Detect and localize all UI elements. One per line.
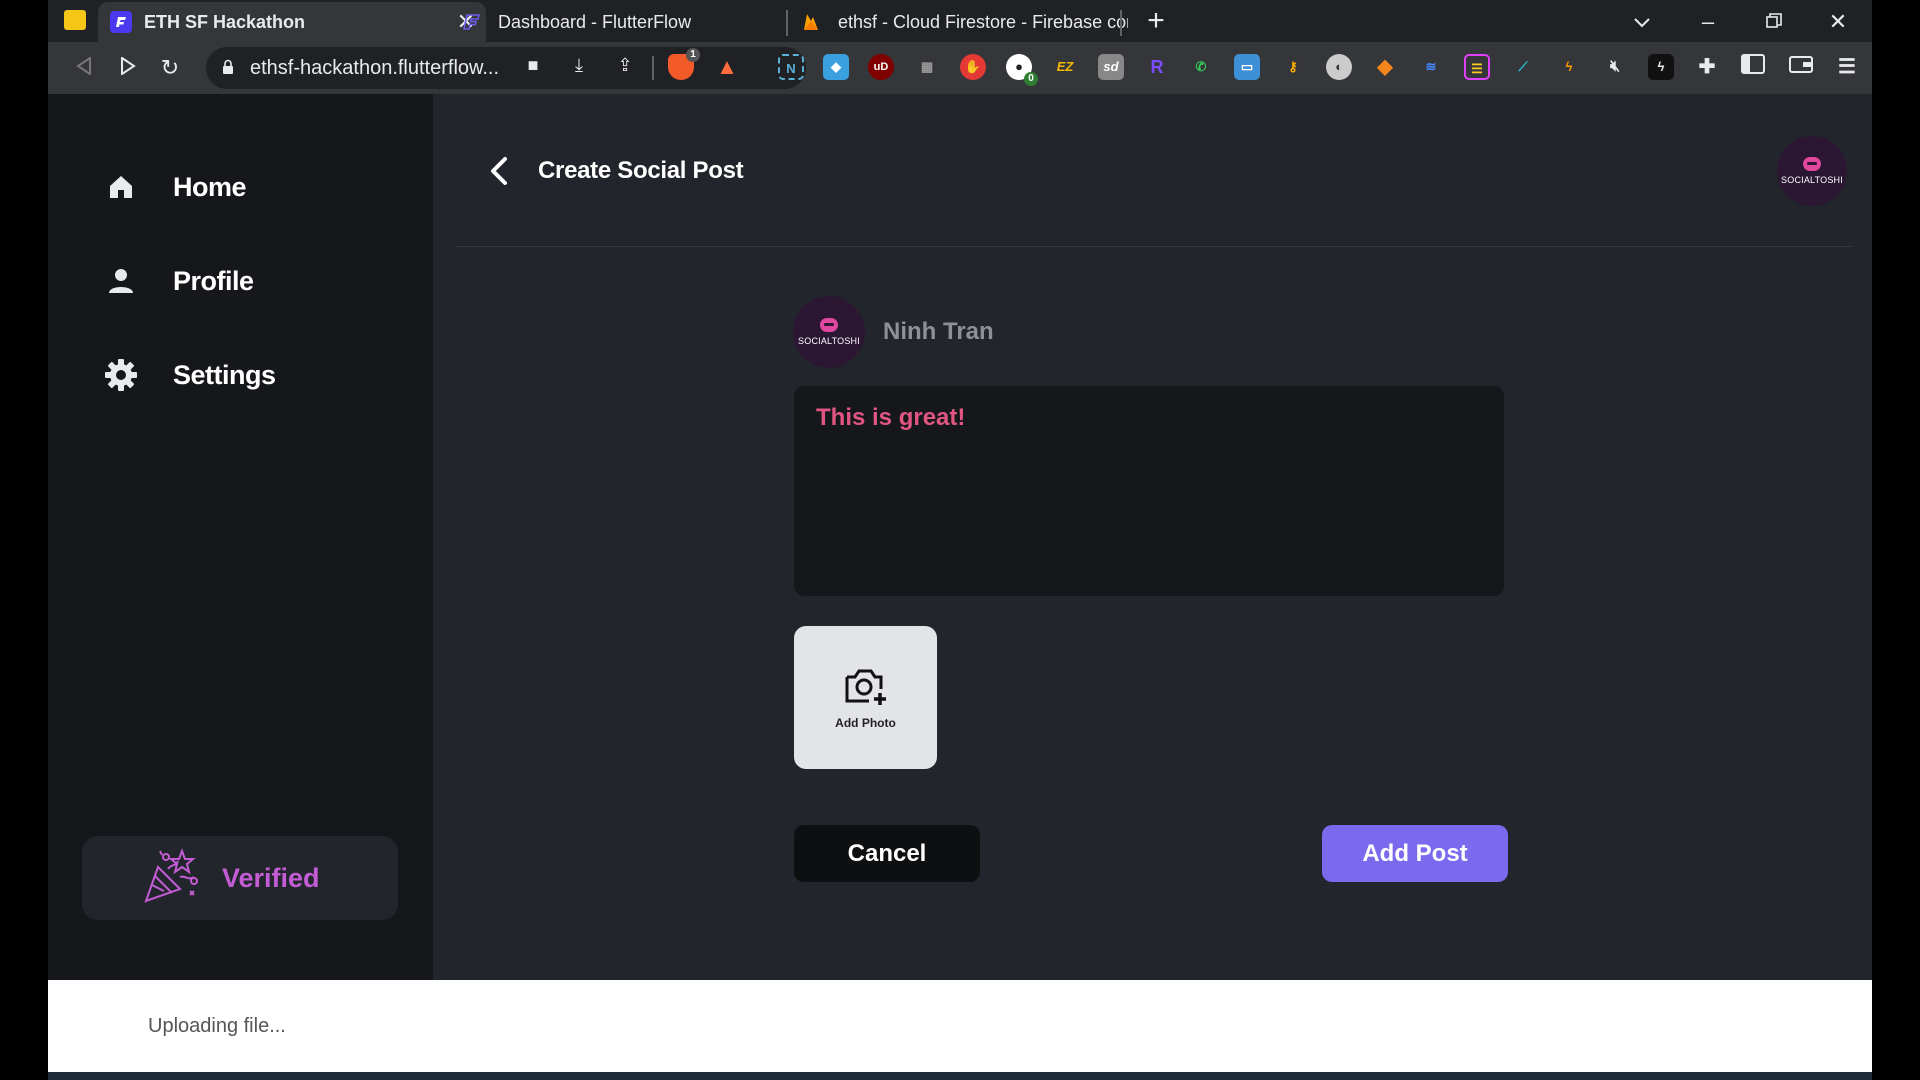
extension-sd-icon[interactable]: sd: [1098, 54, 1124, 80]
flutterflow-icon: [110, 11, 132, 33]
lock-icon: [222, 59, 234, 78]
back-arrow-icon[interactable]: [483, 154, 517, 188]
header-divider: [455, 246, 1853, 247]
extension-circle-icon[interactable]: ◐: [1326, 54, 1352, 80]
main-content: Create Social Post SOCIALTOSHI SOCIALTOS…: [433, 94, 1872, 980]
tab-dashboard-flutterflow[interactable]: Dashboard - FlutterFlow: [448, 2, 788, 42]
tab-title: Dashboard - FlutterFlow: [498, 11, 692, 32]
extension-n-icon[interactable]: N: [778, 54, 804, 80]
bottom-strip: [48, 1072, 1872, 1080]
extension-window-icon[interactable]: ▭: [1234, 54, 1260, 80]
forward-nav-icon[interactable]: [112, 52, 144, 84]
user-name: Ninh Tran: [883, 318, 994, 345]
screen: ETH SF Hackathon ✕ Dashboard - FlutterFl…: [0, 0, 1920, 1080]
upload-snackbar: Uploading file...: [48, 980, 1872, 1072]
brand-avatar[interactable]: SOCIALTOSHI: [1777, 136, 1847, 206]
tab-bar: ETH SF Hackathon ✕ Dashboard - FlutterFl…: [48, 0, 1872, 42]
download-icon[interactable]: ⤓: [566, 52, 592, 78]
extension-slash-icon[interactable]: ⟋: [1510, 54, 1536, 80]
tab-title: ETH SF Hackathon: [144, 11, 306, 32]
cancel-button[interactable]: Cancel: [794, 825, 980, 882]
tab-separator: [1120, 10, 1122, 36]
wallet-icon[interactable]: [1788, 54, 1814, 80]
extension-phone-icon[interactable]: ✆: [1188, 54, 1214, 80]
app-page: Home Profile Settings Verified Create So…: [48, 94, 1872, 980]
tab-title: ethsf - Cloud Firestore - Firebase cons: [838, 11, 1128, 32]
add-photo-button[interactable]: Add Photo: [794, 626, 937, 769]
metamask-icon[interactable]: ◆: [1372, 54, 1398, 80]
browser-window: ETH SF Hackathon ✕ Dashboard - FlutterFl…: [48, 0, 1872, 1080]
extension-stack-icon[interactable]: ≋: [1418, 54, 1444, 80]
minimize-icon[interactable]: –: [1688, 6, 1728, 38]
reload-icon[interactable]: ↻: [154, 52, 186, 84]
brave-rewards-icon[interactable]: ▲: [714, 54, 740, 80]
sidebar-item-home[interactable]: Home: [103, 162, 247, 212]
extension-green-circle-icon[interactable]: ● 0: [1006, 54, 1038, 86]
add-post-button[interactable]: Add Post: [1322, 825, 1508, 882]
socialtoshi-logo-icon: [820, 318, 838, 332]
verified-badge: Verified: [82, 836, 398, 920]
extension-blue-icon[interactable]: ◆: [823, 54, 849, 80]
verified-label: Verified: [222, 862, 320, 893]
camera-icon[interactable]: ■: [520, 52, 546, 78]
home-icon: [103, 169, 139, 205]
tab-eth-sf-hackathon[interactable]: ETH SF Hackathon ✕: [98, 2, 486, 42]
extension-key-icon[interactable]: ⚷: [1280, 54, 1306, 80]
firebase-icon: [800, 11, 822, 33]
stop-hand-icon[interactable]: ✋: [960, 54, 986, 80]
extension-bolt-icon[interactable]: ϟ: [1556, 54, 1582, 80]
add-photo-label: Add Photo: [835, 716, 896, 730]
new-tab-button[interactable]: +: [1140, 6, 1172, 38]
gear-icon: [103, 357, 139, 393]
mute-icon[interactable]: 🔇︎: [1602, 54, 1628, 80]
page-title: Create Social Post: [538, 157, 744, 184]
sidebar-item-label: Profile: [173, 265, 254, 296]
shield-count: 1: [686, 48, 700, 62]
extension-grid-icon[interactable]: ☰: [1464, 54, 1490, 80]
ublock-icon[interactable]: uD: [868, 54, 894, 80]
brand-text: SOCIALTOSHI: [1781, 175, 1843, 185]
brave-shield-icon[interactable]: 1: [668, 48, 700, 80]
post-text-field[interactable]: This is great!: [794, 386, 1504, 596]
extension-badge: 0: [1024, 72, 1038, 86]
puzzle-icon[interactable]: ✚: [1694, 54, 1720, 80]
menu-icon[interactable]: ☰: [1834, 54, 1860, 80]
socialtoshi-logo-icon: [1803, 157, 1821, 171]
brand-text: SOCIALTOSHI: [798, 336, 860, 346]
post-text-value: This is great!: [816, 404, 966, 431]
restore-icon[interactable]: [1754, 6, 1794, 38]
extension-dark-bolt-icon[interactable]: ϟ: [1648, 54, 1674, 80]
toolbar-divider: [652, 56, 654, 80]
sidebar: Home Profile Settings Verified: [48, 94, 433, 980]
browser-toolbar: ↻ ethsf-hackathon.flutterflow... ■ ⤓ ⇪ 1…: [48, 42, 1872, 94]
flutterflow-icon: [460, 11, 482, 33]
camera-plus-icon: [843, 665, 889, 712]
extension-outline-icon[interactable]: ▦: [914, 54, 940, 80]
back-nav-icon[interactable]: [68, 52, 100, 84]
extension-r-icon[interactable]: R: [1144, 54, 1170, 80]
snackbar-message: Uploading file...: [148, 1014, 286, 1037]
sidebar-toggle-icon[interactable]: [64, 10, 86, 30]
share-icon[interactable]: ⇪: [612, 52, 638, 78]
tab-firestore[interactable]: ethsf - Cloud Firestore - Firebase cons: [788, 2, 1168, 42]
sidebar-item-profile[interactable]: Profile: [103, 256, 254, 306]
party-popper-icon: [142, 847, 200, 910]
sidebar-item-settings[interactable]: Settings: [103, 350, 276, 400]
tab-search-chevron-icon[interactable]: [1622, 6, 1662, 38]
user-avatar: SOCIALTOSHI: [793, 296, 865, 368]
person-icon: [103, 263, 139, 299]
url-text: ethsf-hackathon.flutterflow...: [250, 56, 500, 79]
sidebar-item-label: Home: [173, 171, 247, 202]
sidebar-item-label: Settings: [173, 359, 276, 390]
extension-ez-icon[interactable]: EZ: [1052, 54, 1078, 80]
sidebar-panel-icon[interactable]: [1740, 54, 1766, 80]
close-window-icon[interactable]: ✕: [1818, 6, 1858, 38]
